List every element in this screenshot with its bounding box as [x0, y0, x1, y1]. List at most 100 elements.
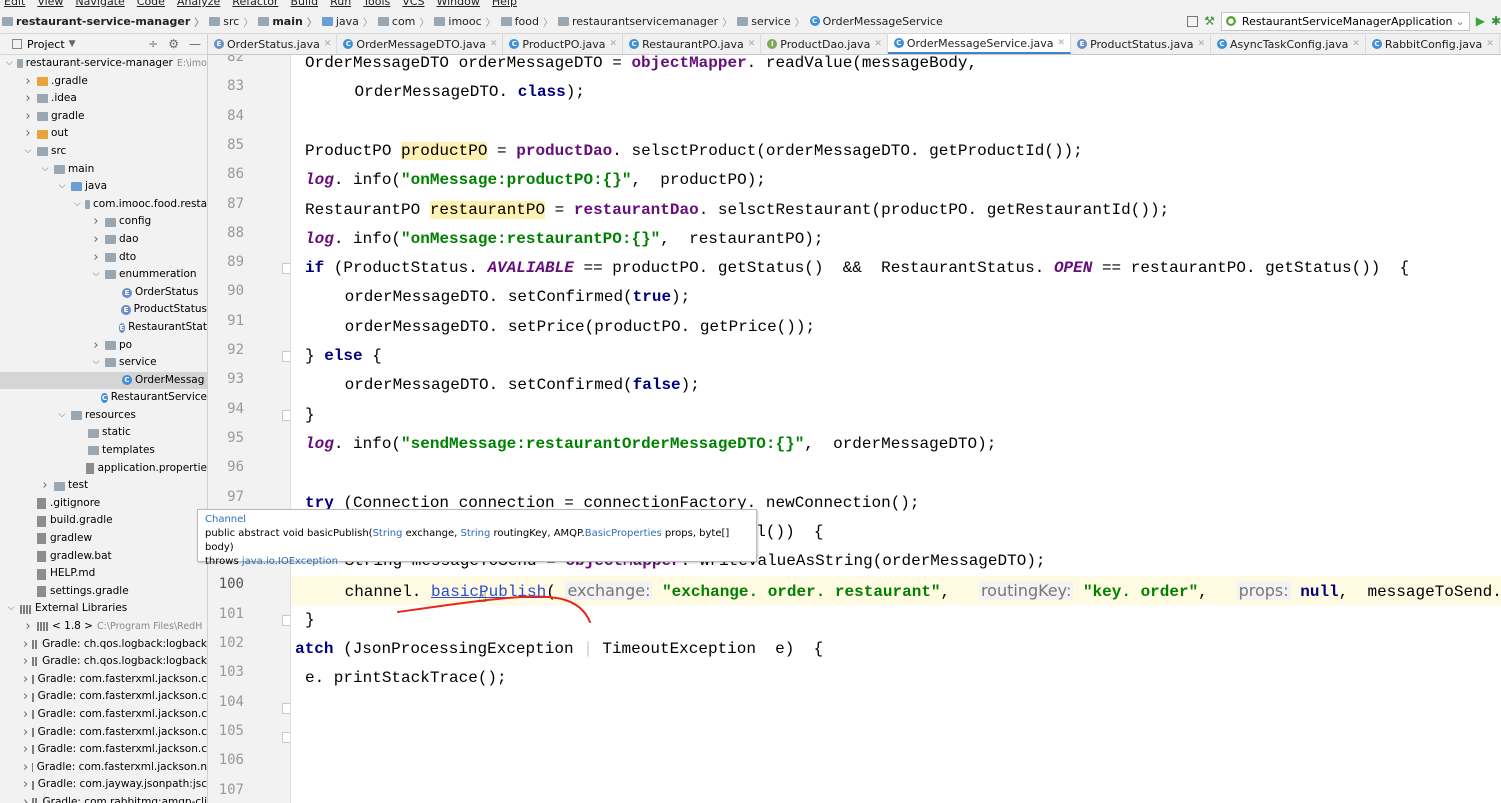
editor-tab[interactable]: E ProductStatus.java ✕: [1071, 34, 1211, 54]
chevron-right-icon[interactable]: ›: [23, 741, 28, 759]
tree-node[interactable]: › out: [0, 125, 207, 143]
close-icon[interactable]: ✕: [324, 39, 332, 49]
chevron-right-icon[interactable]: ›: [91, 337, 101, 355]
breadcrumb-item[interactable]: main 〉: [258, 14, 322, 29]
tree-node[interactable]: › dao: [0, 231, 207, 249]
tree-node[interactable]: › config: [0, 213, 207, 231]
gear-icon[interactable]: ⚙: [168, 37, 179, 51]
chevron-right-icon[interactable]: ›: [23, 636, 28, 654]
debug-icon[interactable]: ✱: [1491, 14, 1501, 28]
tree-node[interactable]: C OrderMessag: [0, 371, 207, 390]
editor-tab[interactable]: I ProductDao.java ✕: [761, 34, 888, 54]
tree-node[interactable]: › Gradle: com.fasterxml.jackson.c: [0, 688, 207, 706]
editor-tab[interactable]: C ProductPO.java ✕: [503, 34, 624, 54]
fold-marker-icon[interactable]: [282, 702, 290, 714]
tree-node[interactable]: ⌵ com.imooc.food.resta: [0, 196, 207, 214]
breadcrumb-item[interactable]: src 〉: [209, 14, 258, 29]
menu-item[interactable]: Code: [137, 0, 165, 8]
tree-node[interactable]: gradlew.bat: [0, 548, 207, 566]
tree-node[interactable]: › < 1.8 > C:\Program Files\RedH: [0, 618, 207, 636]
chevron-right-icon[interactable]: ›: [23, 794, 28, 803]
chevron-right-icon[interactable]: ›: [23, 724, 28, 742]
breadcrumb-item[interactable]: restaurantservicemanager 〉: [558, 14, 737, 29]
tree-node[interactable]: › Gradle: ch.qos.logback:logback: [0, 653, 207, 671]
chevron-down-icon[interactable]: ⌵: [91, 266, 101, 284]
tree-node[interactable]: static: [0, 424, 207, 442]
chevron-right-icon[interactable]: ›: [91, 231, 101, 249]
chevron-right-icon[interactable]: ›: [23, 706, 28, 724]
project-view-select[interactable]: Project: [27, 38, 65, 51]
tree-node[interactable]: ⌵ External Libraries: [0, 600, 207, 618]
menu-item[interactable]: Window: [436, 0, 479, 8]
tree-node[interactable]: ⌵ resources: [0, 407, 207, 425]
chevron-right-icon[interactable]: ›: [23, 125, 33, 143]
editor-tab[interactable]: E OrderStatus.java ✕: [208, 34, 338, 54]
chevron-right-icon[interactable]: ›: [23, 688, 28, 706]
tree-node[interactable]: .gitignore: [0, 495, 207, 513]
editor-tab[interactable]: C OrderMessageDTO.java ✕: [337, 34, 504, 54]
chevron-right-icon[interactable]: ›: [23, 108, 33, 126]
tree-node[interactable]: E ProductStatus: [0, 301, 207, 319]
breadcrumb-item[interactable]: imooc 〉: [434, 14, 500, 29]
menu-item[interactable]: Refactor: [232, 0, 278, 8]
tree-node[interactable]: › Gradle: com.jayway.jsonpath:jsc: [0, 776, 207, 794]
tree-node[interactable]: ⌵ service: [0, 354, 207, 372]
tooltip-class-name[interactable]: Channel: [205, 513, 749, 527]
breadcrumb-item[interactable]: food 〉: [500, 14, 558, 29]
editor-tab[interactable]: C RestaurantPO.java ✕: [623, 34, 762, 54]
breadcrumb-item[interactable]: C OrderMessageService: [809, 15, 943, 28]
chevron-down-icon[interactable]: ⌵: [57, 407, 67, 425]
close-icon[interactable]: ✕: [610, 39, 618, 49]
run-icon[interactable]: ▶: [1476, 14, 1485, 28]
tooltip-type-link[interactable]: BasicProperties: [585, 528, 662, 539]
chevron-right-icon[interactable]: ›: [23, 671, 28, 689]
close-icon[interactable]: ✕: [490, 39, 498, 49]
tree-node[interactable]: C RestaurantService: [0, 389, 207, 407]
menu-item[interactable]: Edit: [4, 0, 25, 8]
tree-node[interactable]: ⌵ main: [0, 161, 207, 179]
menu-item[interactable]: Analyze: [177, 0, 220, 8]
tooltip-type-link[interactable]: String: [460, 528, 490, 539]
tree-node[interactable]: › po: [0, 337, 207, 355]
tooltip-exception-link[interactable]: java.io.IOException: [242, 556, 338, 567]
tree-node[interactable]: › Gradle: com.fasterxml.jackson.n: [0, 759, 207, 777]
tree-node[interactable]: › Gradle: com.rabbitmq:amqp-cli: [0, 794, 207, 803]
tree-node[interactable]: › dto: [0, 249, 207, 267]
chevron-down-icon[interactable]: ⌵: [6, 55, 13, 73]
close-icon[interactable]: ✕: [1058, 38, 1066, 48]
tree-node[interactable]: › Gradle: com.fasterxml.jackson.c: [0, 741, 207, 759]
tree-node[interactable]: › .gradle: [0, 73, 207, 91]
tree-node[interactable]: E OrderStatus: [0, 284, 207, 302]
close-icon[interactable]: ✕: [874, 39, 882, 49]
chevron-down-icon[interactable]: ⌵: [74, 196, 81, 214]
tree-node[interactable]: templates: [0, 442, 207, 460]
chevron-down-icon[interactable]: ⌵: [40, 161, 50, 179]
chevron-down-icon[interactable]: ▼: [69, 39, 76, 49]
chevron-down-icon[interactable]: ⌵: [6, 600, 16, 618]
tree-node[interactable]: › Gradle: com.fasterxml.jackson.c: [0, 671, 207, 689]
chevron-right-icon[interactable]: ›: [40, 477, 50, 495]
breadcrumb-item[interactable]: service 〉: [737, 14, 809, 29]
breadcrumb-item[interactable]: com 〉: [377, 14, 435, 29]
tree-node[interactable]: ⌵ java: [0, 178, 207, 196]
fold-marker-icon[interactable]: [282, 263, 290, 275]
tree-node[interactable]: › Gradle: com.fasterxml.jackson.c: [0, 724, 207, 742]
close-icon[interactable]: ✕: [1197, 39, 1205, 49]
tree-node[interactable]: › Gradle: ch.qos.logback:logback: [0, 636, 207, 654]
chevron-right-icon[interactable]: ›: [23, 776, 28, 794]
hide-icon[interactable]: —: [189, 37, 201, 51]
collapse-all-icon[interactable]: ÷: [148, 37, 158, 51]
project-structure-icon[interactable]: [1187, 15, 1199, 27]
chevron-down-icon[interactable]: ⌵: [23, 143, 33, 161]
tree-node[interactable]: HELP.md: [0, 565, 207, 583]
chevron-right-icon[interactable]: ›: [91, 213, 101, 231]
tree-node[interactable]: › .idea: [0, 90, 207, 108]
tooltip-type-link[interactable]: String: [373, 528, 403, 539]
menu-item[interactable]: VCS: [402, 0, 424, 8]
run-configuration-select[interactable]: ● RestaurantServiceManagerApplication ⌄: [1220, 11, 1470, 31]
editor-tab[interactable]: C RabbitConfig.java ✕: [1366, 34, 1500, 54]
menu-item[interactable]: Help: [492, 0, 517, 8]
method-link[interactable]: basicPublish: [431, 583, 546, 601]
chevron-right-icon[interactable]: ›: [23, 653, 28, 671]
menu-item[interactable]: Tools: [363, 0, 390, 8]
